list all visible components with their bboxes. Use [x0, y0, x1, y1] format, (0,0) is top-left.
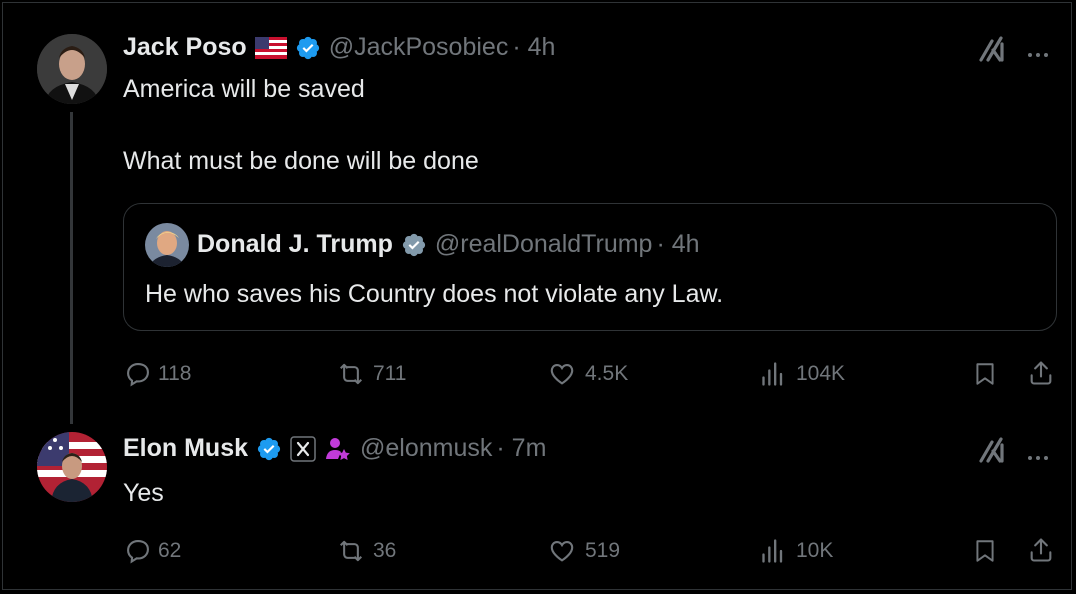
- share-icon[interactable]: [1027, 536, 1055, 564]
- quoted-tweet-text: He who saves his Country does not violat…: [145, 280, 724, 308]
- us-flag-icon: [254, 36, 287, 59]
- display-name[interactable]: Elon Musk: [123, 434, 248, 463]
- reply-count: 118: [158, 362, 192, 385]
- share-icon[interactable]: [1027, 359, 1055, 387]
- avatar-donald-trump[interactable]: [145, 223, 189, 267]
- quoted-timestamp[interactable]: · 4h: [656, 230, 699, 259]
- reply-button[interactable]: 62: [124, 537, 181, 565]
- like-count: 519: [585, 539, 621, 562]
- avatar-elon-musk[interactable]: [37, 432, 107, 502]
- timestamp[interactable]: · 4h: [512, 33, 555, 62]
- more-options-icon[interactable]: [1026, 447, 1050, 465]
- reply-icon: [124, 537, 152, 565]
- x-affiliate-icon[interactable]: [290, 435, 316, 462]
- views-icon: [760, 537, 788, 565]
- display-name[interactable]: Jack Poso: [123, 33, 247, 62]
- more-options-icon[interactable]: [1026, 44, 1050, 62]
- repost-count: 36: [373, 539, 397, 562]
- timestamp[interactable]: · 7m: [496, 434, 546, 463]
- like-icon: [547, 360, 577, 388]
- tweet-text-line-2: What must be done will be done: [123, 147, 479, 175]
- quoted-tweet-header: Donald J. Trump @realDonaldTrump · 4h: [197, 230, 700, 259]
- bookmark-icon[interactable]: [972, 537, 998, 565]
- quoted-display-name[interactable]: Donald J. Trump: [197, 230, 393, 259]
- quoted-tweet-card[interactable]: [123, 203, 1057, 331]
- user-handle[interactable]: @JackPosobiec: [329, 33, 509, 62]
- views-icon: [760, 360, 788, 388]
- like-button[interactable]: 519: [547, 537, 620, 565]
- like-count: 4.5K: [585, 362, 629, 385]
- user-handle[interactable]: @elonmusk: [360, 434, 492, 463]
- verified-badge-icon[interactable]: [256, 436, 282, 462]
- grok-icon[interactable]: [978, 36, 1006, 62]
- subscriber-icon[interactable]: [324, 435, 352, 463]
- tweet-text: Yes: [123, 479, 164, 507]
- tweet-text-line-1: America will be saved: [123, 75, 365, 103]
- thread-connector-line: [70, 112, 73, 424]
- repost-button[interactable]: 36: [335, 537, 396, 565]
- quoted-user-handle[interactable]: @realDonaldTrump: [435, 230, 653, 259]
- repost-count: 711: [373, 362, 407, 385]
- views-count: 10K: [796, 539, 834, 562]
- grok-icon[interactable]: [978, 437, 1006, 463]
- reply-count: 62: [158, 539, 182, 562]
- like-button[interactable]: 4.5K: [547, 360, 628, 388]
- tweet-header-2: Elon Musk @elonmusk · 7m: [123, 434, 546, 463]
- repost-icon: [335, 360, 367, 388]
- verified-badge-icon[interactable]: [295, 35, 321, 61]
- repost-button[interactable]: 711: [335, 360, 406, 388]
- reply-button[interactable]: 118: [124, 360, 191, 388]
- avatar-jack-poso[interactable]: [37, 34, 107, 104]
- bookmark-icon[interactable]: [972, 360, 998, 388]
- tweet-header: Jack Poso @JackPosobiec · 4h: [123, 33, 555, 62]
- repost-icon: [335, 537, 367, 565]
- gray-verified-badge-icon[interactable]: [401, 232, 427, 258]
- views-button[interactable]: 104K: [760, 360, 845, 388]
- reply-icon: [124, 360, 152, 388]
- views-count: 104K: [796, 362, 846, 385]
- views-button[interactable]: 10K: [760, 537, 833, 565]
- like-icon: [547, 537, 577, 565]
